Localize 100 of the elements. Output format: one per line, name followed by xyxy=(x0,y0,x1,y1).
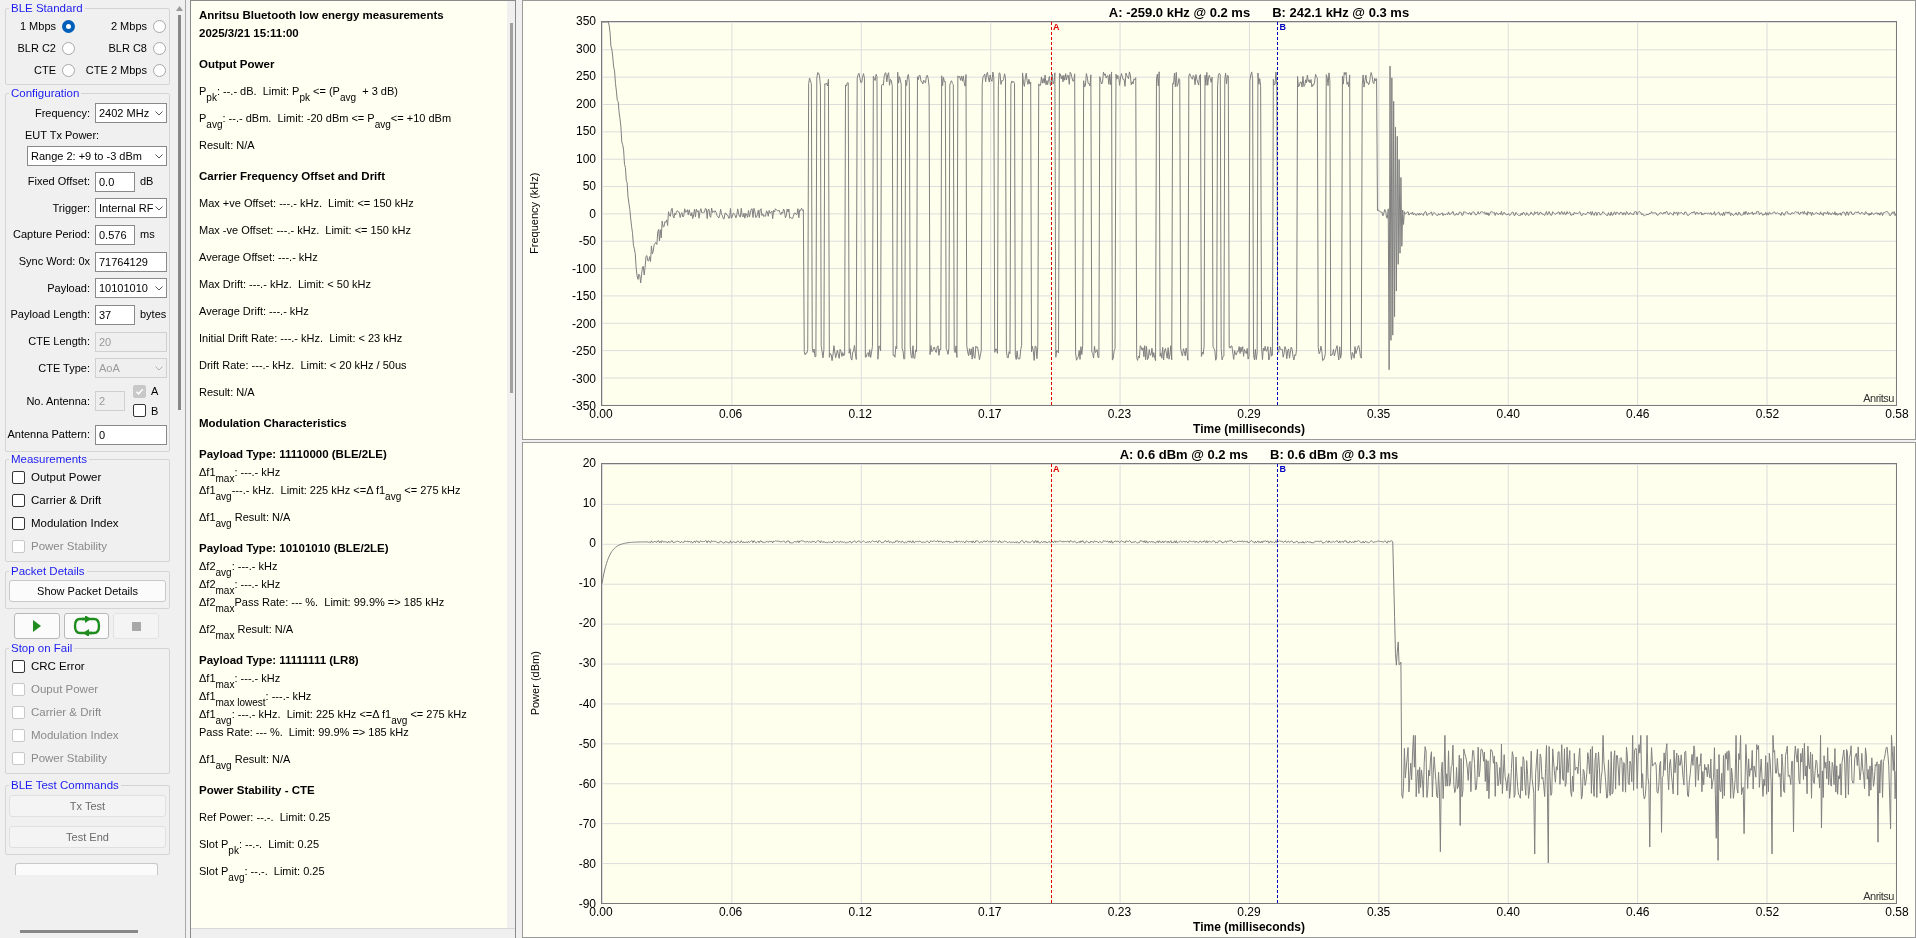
report-line: Ref Power: --.-. Limit: 0.25 xyxy=(199,810,331,825)
tick-label: 200 xyxy=(575,96,596,111)
chevron-down-icon xyxy=(155,205,163,211)
axis-title: Power (dBm) xyxy=(527,651,542,716)
tick-label: -60 xyxy=(578,776,596,791)
tick-label: 0.52 xyxy=(1755,407,1780,421)
axis-title: Frequency (kHz) xyxy=(527,172,542,255)
marker-label: A xyxy=(1053,464,1060,474)
radio-label: BLR C2 xyxy=(17,40,56,56)
report-line: Max Drift: ---.- kHz. Limit: < 50 kHz xyxy=(199,277,372,292)
checkbox-label: CRC Error xyxy=(31,659,85,675)
scrollbar[interactable] xyxy=(507,1,515,928)
tick-label: 10 xyxy=(582,496,596,511)
group-title: Packet Details xyxy=(10,564,86,578)
marker-readout: A: 0.6 dBm @ 0.2 ms xyxy=(1119,447,1248,463)
checkbox[interactable] xyxy=(12,494,25,507)
marker-line[interactable] xyxy=(1277,22,1279,405)
report-heading: Output Power xyxy=(199,57,275,72)
chevron-down-icon xyxy=(155,285,163,291)
radio-button[interactable] xyxy=(153,19,166,33)
radio-button[interactable] xyxy=(153,41,166,55)
marker-line[interactable] xyxy=(1277,464,1279,903)
dropdown[interactable]: 10101010 xyxy=(95,278,167,298)
command-button[interactable] xyxy=(15,863,158,876)
tick-label: -70 xyxy=(578,816,596,831)
tick-label: 0 xyxy=(589,206,596,221)
marker-line[interactable] xyxy=(1051,22,1052,405)
checkbox[interactable] xyxy=(12,471,25,484)
checkbox-label: Power Stability xyxy=(31,538,108,554)
tick-label: 0.06 xyxy=(718,407,743,421)
marker-line[interactable] xyxy=(1051,464,1052,903)
group-title: Stop on Fail xyxy=(10,641,74,656)
scrollbar-thumb[interactable] xyxy=(177,15,181,410)
group-title: Measurements xyxy=(10,452,89,466)
radio-button[interactable] xyxy=(62,41,75,55)
report-heading: Payload Type: 11111111 (LR8) xyxy=(199,653,359,668)
tick-label: -10 xyxy=(578,576,596,591)
tick-label: -150 xyxy=(571,289,596,303)
tick-label: -80 xyxy=(578,856,596,871)
checkbox-label: Carrier & Drift xyxy=(31,492,102,508)
field-label: No. Antenna: xyxy=(26,393,90,409)
report-line: Result: N/A xyxy=(199,385,255,400)
dropdown[interactable]: Range 2: +9 to -3 dBm xyxy=(27,146,167,166)
radio-label: 2 Mbps xyxy=(110,18,147,34)
field-label: Sync Word: 0x xyxy=(18,254,90,270)
checkbox[interactable] xyxy=(12,517,25,530)
report-heading: Payload Type: 10101010 (BLE/2LE) xyxy=(199,541,389,556)
tick-label: 0.12 xyxy=(848,905,872,919)
input-field[interactable]: 71764129 xyxy=(95,251,167,272)
checkbox[interactable] xyxy=(12,660,25,674)
report-line: Pass Rate: --- %. Limit: 99.9% => 185 kHz xyxy=(199,726,409,740)
scroll-up-arrow-icon[interactable] xyxy=(175,6,183,11)
field-label: Payload Length: xyxy=(10,307,90,323)
marker-readout: B: 0.6 dBm @ 0.3 ms xyxy=(1270,447,1399,463)
input-field[interactable]: 0.0 xyxy=(95,171,135,192)
report-line: Result: N/A xyxy=(199,138,255,153)
scrollbar-thumb[interactable] xyxy=(20,929,138,933)
radio-button[interactable] xyxy=(62,19,75,33)
report-line: Max +ve Offset: ---.- kHz. Limit: <= 150 kHz xyxy=(199,196,414,211)
report-heading: Anritsu Bluetooth low energy measurements xyxy=(199,8,444,23)
marker-label: B xyxy=(1279,464,1286,474)
tick-label: 0.23 xyxy=(1107,905,1132,919)
axis-title: Time (milliseconds) xyxy=(1193,920,1305,936)
unit-label: dB xyxy=(140,174,154,190)
tick-label: 0.12 xyxy=(848,407,872,421)
input-field[interactable]: 0 xyxy=(95,424,167,445)
scrollbar[interactable] xyxy=(191,928,515,938)
tick-label: -30 xyxy=(578,656,596,671)
repeat-button[interactable] xyxy=(63,613,110,640)
field-label: CTE Length: xyxy=(28,334,90,350)
chevron-down-icon xyxy=(155,365,163,371)
dropdown[interactable]: 2402 MHz xyxy=(95,103,167,123)
show-packet-details-button[interactable]: Show Packet Details xyxy=(9,580,166,603)
radio-label: CTE xyxy=(34,62,56,78)
tick-label: 0 xyxy=(589,536,596,551)
input-field[interactable]: 37 xyxy=(95,304,135,325)
tick-label: -50 xyxy=(578,234,596,248)
field-label: Payload: xyxy=(47,280,90,296)
tick-label: -300 xyxy=(571,371,596,386)
report-heading: Power Stability - CTE xyxy=(199,783,315,798)
radio-button[interactable] xyxy=(62,63,75,77)
group-title: Configuration xyxy=(10,86,81,100)
report-heading: Carrier Frequency Offset and Drift xyxy=(199,169,385,184)
play-button[interactable] xyxy=(14,613,60,640)
input-field[interactable]: 0.576 xyxy=(95,224,135,245)
field-label: Frequency: xyxy=(34,105,90,121)
marker-readout: B: 242.1 kHz @ 0.3 ms xyxy=(1272,5,1410,21)
radio-button[interactable] xyxy=(153,63,166,77)
tick-label: 0.35 xyxy=(1366,407,1391,421)
dropdown[interactable]: Internal RF xyxy=(95,198,167,218)
report-line: Average Offset: ---.- kHz xyxy=(199,250,318,265)
marker-readout: A: -259.0 kHz @ 0.2 ms xyxy=(1108,5,1251,21)
report-line: Max -ve Offset: ---.- kHz. Limit: <= 150 kHz xyxy=(199,223,411,238)
scrollbar-thumb[interactable] xyxy=(509,23,513,393)
check-icon xyxy=(135,386,144,396)
checkbox-label: Modulation Index xyxy=(31,728,119,744)
checkbox-label: Output Power xyxy=(31,469,102,485)
tick-label: 150 xyxy=(575,124,596,138)
report-line: Initial Drift Rate: ---.- kHz. Limit: < 23 kHz xyxy=(199,331,403,346)
stop-icon xyxy=(131,621,141,631)
